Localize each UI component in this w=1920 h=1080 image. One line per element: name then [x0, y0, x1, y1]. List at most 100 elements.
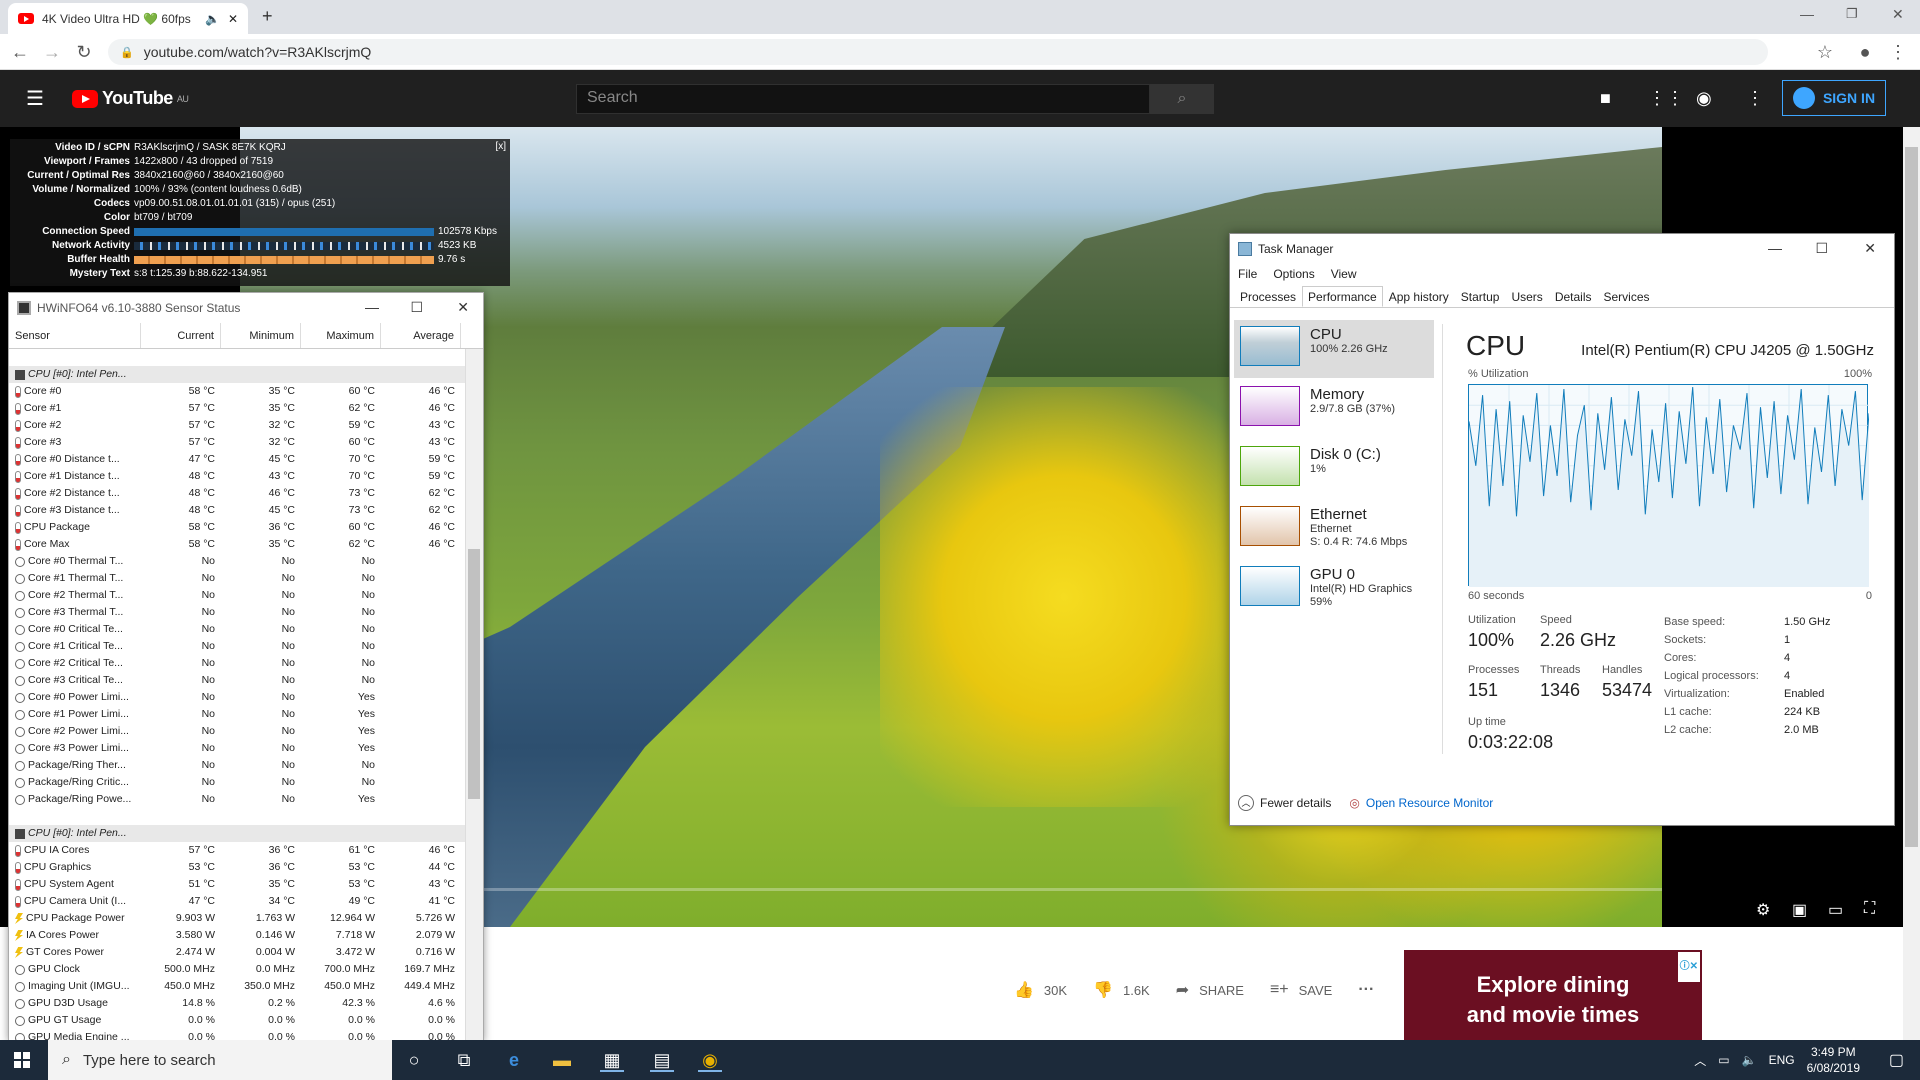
chrome-menu-icon[interactable]: ⋮ [1888, 42, 1908, 62]
sensor-row[interactable]: IA Cores Power 3.580 W 0.146 W 7.718 W 2.079… [9, 927, 465, 944]
task-view-icon[interactable]: ⧉ [452, 1048, 476, 1072]
sensor-row[interactable]: Core #1 57 °C 35 °C 62 °C 46 °C [9, 400, 465, 417]
notifications-icon[interactable]: ▢ [1889, 1050, 1904, 1070]
sensor-row[interactable]: Core #0 Power Limi... No No Yes [9, 689, 465, 706]
reload-icon[interactable]: ↻ [74, 42, 94, 62]
sensor-row[interactable]: GPU Clock 500.0 MHz 0.0 MHz 700.0 MHz 169.7 … [9, 961, 465, 978]
sensor-row[interactable]: Core #1 Thermal T... No No No [9, 570, 465, 587]
sensor-row[interactable]: Core #3 Thermal T... No No No [9, 604, 465, 621]
miniplayer-icon[interactable]: ▣ [1792, 900, 1807, 920]
forward-icon[interactable]: → [42, 42, 62, 62]
sensor-row[interactable]: Package/Ring Critic... No No No [9, 774, 465, 791]
task-manager-window[interactable]: Task Manager — ☐ ✕ File Options View Pro… [1229, 233, 1895, 826]
sign-in-button[interactable]: SIGN IN [1782, 80, 1886, 116]
sensor-row[interactable]: Core #3 Critical Te... No No No [9, 672, 465, 689]
apps-grid-icon[interactable]: ⋮⋮ [1648, 88, 1684, 109]
bookmark-star-icon[interactable]: ☆ [1815, 42, 1835, 62]
sensor-row[interactable]: Core #3 Power Limi... No No Yes [9, 740, 465, 757]
sensor-row[interactable]: Core #2 Critical Te... No No No [9, 655, 465, 672]
tab-details[interactable]: Details [1549, 286, 1598, 307]
hwinfo-taskbar-icon[interactable]: ▦ [600, 1048, 624, 1072]
url-field[interactable]: 🔒 youtube.com/watch?v=R3AKlscrjmQ [108, 39, 1768, 65]
fullscreen-icon[interactable]: ⛶ [1864, 900, 1875, 918]
sensor-row[interactable]: Core #2 Distance t... 48 °C 46 °C 73 °C 62 °… [9, 485, 465, 502]
network-icon[interactable]: ▭ [1718, 1053, 1729, 1067]
sensor-row[interactable]: Core Max 58 °C 35 °C 62 °C 46 °C [9, 536, 465, 553]
youtube-search-input[interactable]: Search [576, 84, 1150, 114]
task-manager-taskbar-icon[interactable]: ▤ [650, 1048, 674, 1072]
page-scrollbar[interactable] [1903, 127, 1920, 1040]
sensor-row[interactable]: Core #2 Power Limi... No No Yes [9, 723, 465, 740]
file-explorer-icon[interactable]: ▬ [550, 1048, 574, 1072]
menu-options[interactable]: Options [1273, 267, 1314, 281]
sensor-row[interactable]: Core #1 Distance t... 48 °C 43 °C 70 °C 59 °… [9, 468, 465, 485]
column-header-sensor[interactable]: Sensor [9, 323, 141, 348]
sensor-row[interactable]: CPU Package 58 °C 36 °C 60 °C 46 °C [9, 519, 465, 536]
dislike-button[interactable]: 👎 1.6K [1093, 980, 1150, 1000]
settings-more-icon[interactable]: ⋮ [1746, 88, 1764, 109]
tab-startup[interactable]: Startup [1455, 286, 1506, 307]
sensor-row[interactable]: GT Cores Power 2.474 W 0.004 W 3.472 W 0.716… [9, 944, 465, 961]
share-button[interactable]: ➦ SHARE [1176, 980, 1244, 1000]
sensor-row[interactable]: Core #1 Critical Te... No No No [9, 638, 465, 655]
sensor-row[interactable]: Imaging Unit (IMGU... 450.0 MHz 350.0 MHz 4… [9, 978, 465, 995]
tab-app-history[interactable]: App history [1383, 286, 1455, 307]
sensor-row[interactable]: Core #2 57 °C 32 °C 59 °C 43 °C [9, 417, 465, 434]
cortana-icon[interactable]: ○ [402, 1048, 426, 1072]
sensor-row[interactable]: Package/Ring Ther... No No No [9, 757, 465, 774]
resource-item-cpu[interactable]: CPU 100% 2.26 GHz [1234, 320, 1434, 378]
profile-avatar-icon[interactable]: ● [1855, 42, 1875, 62]
volume-icon[interactable]: 🔈 [1742, 1053, 1757, 1067]
browser-tab[interactable]: 4K Video Ultra HD 💚 60fps 🔈 ✕ [8, 3, 248, 34]
sensor-group-header[interactable]: CPU [#0]: Intel Pen... [9, 366, 465, 383]
minimize-window-icon[interactable]: — [365, 299, 379, 315]
windows-start-icon[interactable] [14, 1052, 30, 1068]
sensor-row[interactable]: GPU GT Usage 0.0 % 0.0 % 0.0 % 0.0 % [9, 1012, 465, 1029]
hwinfo-scrollbar[interactable] [465, 349, 483, 1041]
language-indicator[interactable]: ENG [1769, 1053, 1795, 1067]
tab-users[interactable]: Users [1505, 286, 1548, 307]
stats-close-button[interactable]: [x] [495, 141, 506, 152]
like-button[interactable]: 👍 30K [1014, 980, 1067, 1000]
close-window-icon[interactable]: ✕ [457, 299, 469, 316]
resource-item-ethernet[interactable]: Ethernet Ethernet S: 0.4 R: 74.6 Mbps [1234, 500, 1434, 558]
sensor-row[interactable]: CPU Package Power 9.903 W 1.763 W 12.964 W 5… [9, 910, 465, 927]
sensor-row[interactable]: Package/Ring Powe... No No Yes [9, 791, 465, 808]
advertisement-banner[interactable]: ⓘ✕ Explore dining and movie times [1404, 950, 1702, 1040]
back-icon[interactable]: ← [10, 42, 30, 62]
column-header-current[interactable]: Current [141, 323, 221, 348]
create-video-icon[interactable]: ■ [1600, 88, 1611, 109]
close-window-icon[interactable]: ✕ [1864, 240, 1876, 257]
column-header-maximum[interactable]: Maximum [301, 323, 381, 348]
sensor-row[interactable]: Core #0 Thermal T... No No No [9, 553, 465, 570]
tab-services[interactable]: Services [1598, 286, 1656, 307]
column-header-average[interactable]: Average [381, 323, 461, 348]
menu-view[interactable]: View [1331, 267, 1357, 281]
sensor-group-header[interactable]: CPU [#0]: Intel Pen... [9, 825, 465, 842]
sensor-row[interactable]: Core #3 57 °C 32 °C 60 °C 43 °C [9, 434, 465, 451]
resource-item-gpu-0[interactable]: GPU 0 Intel(R) HD Graphics 59% [1234, 560, 1434, 618]
new-tab-button[interactable]: + [262, 6, 273, 27]
hwinfo-sensor-list[interactable]: CPU [#0]: Intel Pen... Core #0 58 °C 35 °C 6… [9, 349, 465, 1041]
restore-window-icon[interactable]: ❐ [1846, 6, 1858, 22]
sensor-row[interactable]: CPU Camera Unit (I... 47 °C 34 °C 49 °C 41 °… [9, 893, 465, 910]
edge-browser-icon[interactable]: e [502, 1048, 526, 1072]
tray-overflow-icon[interactable]: ︿ [1694, 1052, 1706, 1069]
ad-close-icon[interactable]: ⓘ✕ [1677, 952, 1700, 982]
more-actions-button[interactable]: ··· [1358, 981, 1374, 999]
tab-close-icon[interactable]: ✕ [228, 12, 238, 26]
sensor-row[interactable]: Core #0 Critical Te... No No No [9, 621, 465, 638]
hamburger-menu-icon[interactable]: ☰ [26, 86, 44, 111]
tab-processes[interactable]: Processes [1234, 286, 1302, 307]
scrollbar-thumb[interactable] [1905, 147, 1918, 847]
maximize-window-icon[interactable]: ☐ [410, 299, 423, 316]
column-header-minimum[interactable]: Minimum [221, 323, 301, 348]
sensor-row[interactable]: CPU IA Cores 57 °C 36 °C 61 °C 46 °C [9, 842, 465, 859]
speaker-icon[interactable]: 🔈 [205, 12, 220, 26]
sensor-row[interactable]: CPU Graphics 53 °C 36 °C 53 °C 44 °C [9, 859, 465, 876]
sensor-row[interactable]: CPU System Agent 51 °C 35 °C 53 °C 43 °C [9, 876, 465, 893]
menu-file[interactable]: File [1238, 267, 1257, 281]
hwinfo-window[interactable]: HWiNFO64 v6.10-3880 Sensor Status — ☐ ✕ … [8, 292, 484, 1042]
sensor-row[interactable]: GPU D3D Usage 14.8 % 0.2 % 42.3 % 4.6 % [9, 995, 465, 1012]
fewer-details-button[interactable]: ︿ Fewer details [1238, 795, 1331, 811]
